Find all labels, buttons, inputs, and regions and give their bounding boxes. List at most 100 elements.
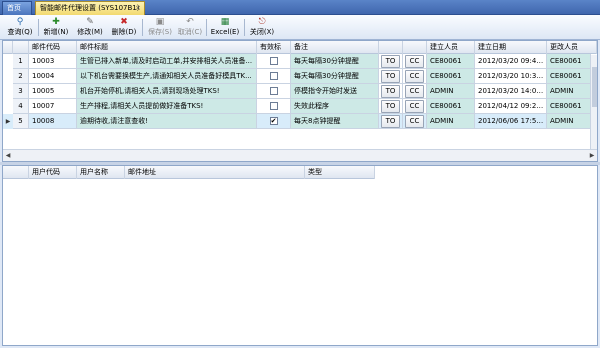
cell-created-date[interactable]: 2012/03/20 10:31... bbox=[475, 69, 547, 84]
to-button[interactable]: TO bbox=[381, 55, 400, 68]
excel-button-label: Excel(E) bbox=[210, 28, 240, 36]
toolbar-divider bbox=[142, 19, 143, 36]
header-creator[interactable]: 建立人员 bbox=[427, 41, 475, 54]
tab-home-label: 首页 bbox=[7, 4, 21, 12]
tab-home[interactable]: 首页 bbox=[2, 1, 32, 15]
valid-checkbox[interactable] bbox=[269, 57, 278, 65]
cell-title[interactable]: 生产排程,请相关人员提前做好准备TKS! bbox=[77, 99, 257, 114]
header-cc bbox=[403, 41, 427, 54]
cell-code[interactable]: 10004 bbox=[29, 69, 77, 84]
query-button[interactable]: ⚲ 查询(Q) bbox=[6, 16, 34, 39]
valid-checkbox[interactable]: ✔ bbox=[269, 117, 278, 125]
toolbar-divider bbox=[244, 19, 245, 36]
row-indicator-icon bbox=[3, 84, 13, 99]
cc-button[interactable]: CC bbox=[405, 85, 424, 98]
row-indicator-icon bbox=[3, 69, 13, 84]
header-email[interactable]: 邮件地址 bbox=[125, 166, 305, 179]
cell-modifier[interactable]: CE80061 bbox=[547, 54, 591, 69]
cell-code[interactable]: 10003 bbox=[29, 54, 77, 69]
header-created-date[interactable]: 建立日期 bbox=[475, 41, 547, 54]
cell-title[interactable]: 以下机台需要换模生产,请通知相关人员准备好模具TK... bbox=[77, 69, 257, 84]
horizontal-scrollbar[interactable]: ◀ ▶ bbox=[3, 149, 597, 161]
cc-button[interactable]: CC bbox=[405, 100, 424, 113]
cell-note[interactable]: 每天每隔30分钟提醒 bbox=[291, 69, 379, 84]
cell-modifier[interactable]: ADMIN bbox=[547, 84, 591, 99]
header-valid[interactable]: 有效标 bbox=[257, 41, 291, 54]
cell-note[interactable]: 停模指令开始时发送 bbox=[291, 84, 379, 99]
cell-title[interactable]: 逾期待收,请注意查收! bbox=[77, 114, 257, 129]
vertical-scrollbar[interactable] bbox=[590, 55, 597, 161]
header-indicator bbox=[3, 41, 13, 54]
row-indicator-icon: ▶ bbox=[5, 118, 11, 125]
cell-creator[interactable]: CE80061 bbox=[427, 99, 475, 114]
edit-button[interactable]: ✎ 修改(M) bbox=[76, 16, 104, 39]
header-modifier[interactable]: 更改人员 bbox=[547, 41, 597, 54]
cell-created-date[interactable]: 2012/06/06 17:50... bbox=[475, 114, 547, 129]
excel-button[interactable]: ▦ Excel(E) bbox=[210, 16, 240, 39]
header-user-code[interactable]: 用户代码 bbox=[29, 166, 77, 179]
cell-note[interactable]: 每天每隔30分钟提醒 bbox=[291, 54, 379, 69]
recipients-grid: 用户代码 用户名称 邮件地址 类型 bbox=[2, 165, 598, 346]
header-type[interactable]: 类型 bbox=[305, 166, 375, 179]
scroll-right-icon[interactable]: ▶ bbox=[587, 150, 597, 161]
to-button[interactable]: TO bbox=[381, 115, 400, 128]
delete-icon: ✖ bbox=[120, 17, 128, 27]
cell-rownum: 5 bbox=[13, 114, 29, 129]
header-code[interactable]: 邮件代码 bbox=[29, 41, 77, 54]
tab-active-label: 智能邮件代理设置 (SYS107B1) bbox=[40, 4, 140, 12]
cell-code[interactable]: 10008 bbox=[29, 114, 77, 129]
table-row[interactable]: 1 10003 生管已排入新单,请及时启动工单,并安排相关人员准备... 每天每隔30… bbox=[3, 54, 591, 69]
grid-header: 邮件代码 邮件标题 有效标 备注 建立人员 建立日期 更改人员 bbox=[3, 41, 597, 54]
cell-creator[interactable]: CE80061 bbox=[427, 54, 475, 69]
cell-modifier[interactable]: ADMIN bbox=[547, 114, 591, 129]
header-rownum bbox=[13, 41, 29, 54]
valid-checkbox[interactable] bbox=[269, 72, 278, 80]
table-row[interactable]: 4 10007 生产排程,请相关人员提前做好准备TKS! 失效此程序 TO CC CE800… bbox=[3, 99, 591, 114]
cell-code[interactable]: 10007 bbox=[29, 99, 77, 114]
save-icon: ▣ bbox=[155, 17, 165, 27]
cell-title[interactable]: 生管已排入新单,请及时启动工单,并安排相关人员准备... bbox=[77, 54, 257, 69]
cell-created-date[interactable]: 2012/03/20 09:42... bbox=[475, 54, 547, 69]
header-user-name[interactable]: 用户名称 bbox=[77, 166, 125, 179]
cell-modifier[interactable]: CE80061 bbox=[547, 99, 591, 114]
scroll-left-icon[interactable]: ◀ bbox=[3, 150, 13, 161]
to-button[interactable]: TO bbox=[381, 85, 400, 98]
cell-modifier[interactable]: CE80061 bbox=[547, 69, 591, 84]
exit-icon: ⎋ bbox=[258, 17, 266, 27]
cell-creator[interactable]: CE80061 bbox=[427, 69, 475, 84]
cell-valid bbox=[257, 84, 291, 99]
to-button[interactable]: TO bbox=[381, 70, 400, 83]
cell-creator[interactable]: ADMIN bbox=[427, 114, 475, 129]
valid-checkbox[interactable] bbox=[269, 87, 278, 95]
tab-mail-agent-settings[interactable]: 智能邮件代理设置 (SYS107B1) × bbox=[35, 1, 145, 15]
header-title[interactable]: 邮件标题 bbox=[77, 41, 257, 54]
cell-code[interactable]: 10005 bbox=[29, 84, 77, 99]
cell-created-date[interactable]: 2012/04/12 09:26... bbox=[475, 99, 547, 114]
cc-button[interactable]: CC bbox=[405, 115, 424, 128]
cancel-button[interactable]: ↶ 取消(C) bbox=[176, 16, 204, 39]
cell-note[interactable]: 失效此程序 bbox=[291, 99, 379, 114]
cc-button[interactable]: CC bbox=[405, 70, 424, 83]
mail-agent-grid: 邮件代码 邮件标题 有效标 备注 建立人员 建立日期 更改人员 1 10003 生管… bbox=[2, 40, 598, 162]
cc-button[interactable]: CC bbox=[405, 55, 424, 68]
cell-rownum: 2 bbox=[13, 69, 29, 84]
save-button[interactable]: ▣ 保存(S) bbox=[146, 16, 174, 39]
cell-to: TO bbox=[379, 114, 403, 129]
cell-cc: CC bbox=[403, 99, 427, 114]
table-row[interactable]: 2 10004 以下机台需要换模生产,请通知相关人员准备好模具TK... 每天每隔30… bbox=[3, 69, 591, 84]
close-button[interactable]: ⎋ 关闭(X) bbox=[248, 16, 276, 39]
header-note[interactable]: 备注 bbox=[291, 41, 379, 54]
close-icon[interactable]: × bbox=[135, 2, 141, 15]
to-button[interactable]: TO bbox=[381, 100, 400, 113]
cell-title[interactable]: 机台开始停机,请相关人员,请到现场处理TKS! bbox=[77, 84, 257, 99]
scrollbar-thumb[interactable] bbox=[592, 67, 597, 107]
table-row[interactable]: ▶ 5 10008 逾期待收,请注意查收! ✔ 每天8点钟提醒 TO CC ADMIN 2012/… bbox=[3, 114, 591, 129]
cell-creator[interactable]: ADMIN bbox=[427, 84, 475, 99]
header-to bbox=[379, 41, 403, 54]
valid-checkbox[interactable] bbox=[269, 102, 278, 110]
table-row[interactable]: 3 10005 机台开始停机,请相关人员,请到现场处理TKS! 停模指令开始时发送 TO… bbox=[3, 84, 591, 99]
delete-button[interactable]: ✖ 删除(D) bbox=[110, 16, 138, 39]
add-button[interactable]: ✚ 新增(N) bbox=[42, 16, 70, 39]
cell-created-date[interactable]: 2012/03/20 14:00... bbox=[475, 84, 547, 99]
cell-note[interactable]: 每天8点钟提醒 bbox=[291, 114, 379, 129]
